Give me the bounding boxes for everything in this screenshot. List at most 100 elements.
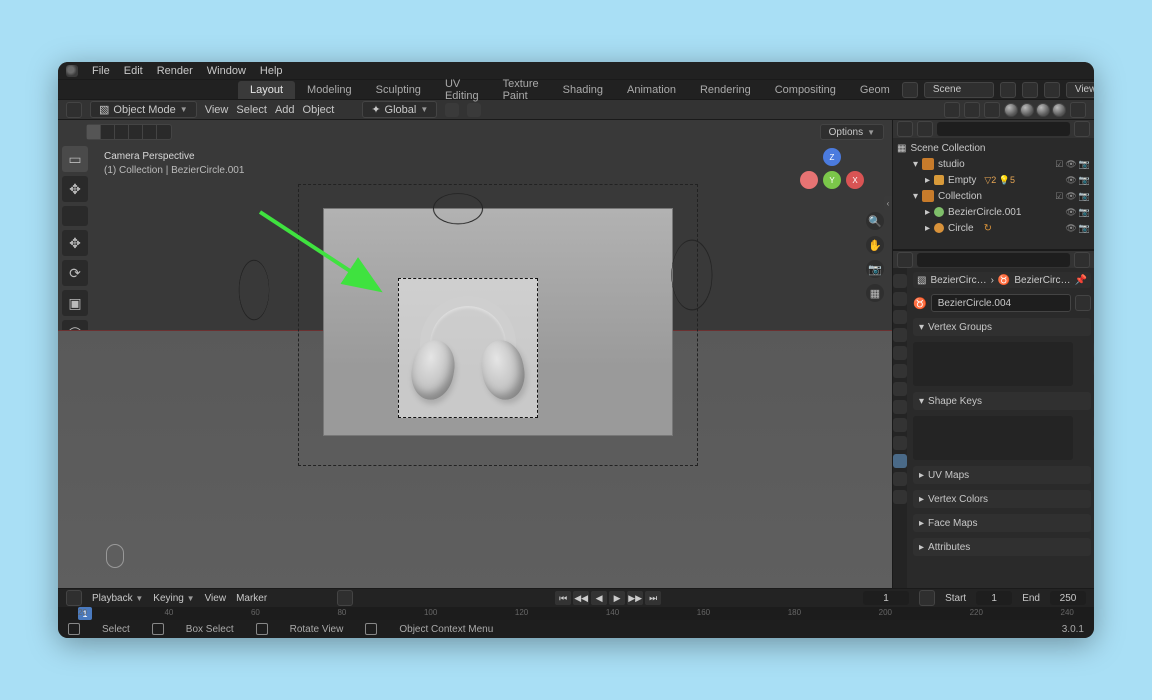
vertex-groups-list[interactable] bbox=[913, 342, 1073, 386]
tl-menu-playback[interactable]: Playback ▼ bbox=[92, 593, 143, 604]
scene-field[interactable]: Scene bbox=[924, 82, 994, 98]
panel-shape-keys[interactable]: ▾Shape Keys bbox=[913, 392, 1091, 410]
tl-menu-marker[interactable]: Marker bbox=[236, 593, 267, 604]
orientation-dropdown[interactable]: ✦ Global ▼ bbox=[362, 101, 437, 118]
outliner-row-studio[interactable]: ▾ studio ☑👁📷 bbox=[897, 156, 1090, 172]
panel-vertex-groups[interactable]: ▾Vertex Groups bbox=[913, 318, 1091, 336]
tab-modeling[interactable]: Modeling bbox=[295, 81, 364, 99]
outliner-row-scene-collection[interactable]: ▦ Scene Collection bbox=[897, 140, 1090, 156]
panel-attributes[interactable]: ▸Attributes bbox=[913, 538, 1091, 556]
tl-menu-keying[interactable]: Keying ▼ bbox=[153, 593, 194, 604]
prop-tab-particle[interactable] bbox=[893, 400, 907, 414]
axis-negative-icon[interactable] bbox=[800, 171, 818, 189]
camera-view-icon[interactable]: 📷 bbox=[866, 260, 884, 278]
camera-icon[interactable]: 📷 bbox=[1079, 223, 1090, 234]
datablock-name-field[interactable]: BezierCircle.004 bbox=[931, 294, 1071, 312]
tab-shading[interactable]: Shading bbox=[551, 81, 615, 99]
play-icon[interactable]: ▶ bbox=[609, 591, 625, 605]
play-reverse-icon[interactable]: ◀ bbox=[591, 591, 607, 605]
datablock-browse-button[interactable] bbox=[1075, 295, 1091, 311]
outliner-filter-button[interactable] bbox=[1074, 121, 1090, 137]
axis-x-icon[interactable]: X bbox=[846, 171, 864, 189]
properties-editor-icon[interactable] bbox=[897, 252, 913, 268]
prop-tab-material[interactable] bbox=[893, 472, 907, 486]
tool-cursor[interactable]: ✥ bbox=[62, 176, 88, 202]
snap-options[interactable] bbox=[467, 103, 481, 117]
snap-toggle[interactable] bbox=[445, 103, 459, 117]
zoom-icon[interactable]: 🔍 bbox=[866, 212, 884, 230]
panel-vertex-colors[interactable]: ▸Vertex Colors bbox=[913, 490, 1091, 508]
eye-icon[interactable]: 👁 bbox=[1065, 159, 1076, 170]
camera-icon[interactable]: 📷 bbox=[1079, 159, 1090, 170]
prop-tab-physics[interactable] bbox=[893, 418, 907, 432]
breadcrumb-object[interactable]: BezierCirc… bbox=[930, 275, 986, 286]
prop-tab-render[interactable] bbox=[893, 274, 907, 288]
properties-search-input[interactable] bbox=[917, 253, 1070, 267]
shading-options-dropdown[interactable] bbox=[1070, 102, 1086, 118]
viewlayer-browse-button[interactable] bbox=[1044, 82, 1060, 98]
start-frame-field[interactable]: 1 bbox=[976, 591, 1012, 605]
dropdown-button[interactable]: ▾ bbox=[1093, 434, 1094, 450]
eye-icon[interactable]: 👁 bbox=[1065, 223, 1076, 234]
eye-icon[interactable]: 👁 bbox=[1065, 207, 1076, 218]
viewport-options-dropdown[interactable]: Options ▼ bbox=[820, 124, 884, 140]
vp-menu-add[interactable]: Add bbox=[275, 104, 295, 116]
timeline-editor-icon[interactable] bbox=[66, 590, 82, 606]
interaction-mode-dropdown[interactable]: ▧ Object Mode ▼ bbox=[90, 101, 197, 118]
tab-layout[interactable]: Layout bbox=[238, 81, 295, 99]
prop-tab-constraint[interactable] bbox=[893, 436, 907, 450]
vp-menu-select[interactable]: Select bbox=[236, 104, 267, 116]
panel-face-maps[interactable]: ▸Face Maps bbox=[913, 514, 1091, 532]
prop-tab-object[interactable] bbox=[893, 364, 907, 378]
tool-select-box[interactable]: ▭ bbox=[62, 146, 88, 172]
end-frame-field[interactable]: 250 bbox=[1050, 591, 1086, 605]
camera-icon[interactable]: 📷 bbox=[1079, 175, 1090, 186]
properties-options-button[interactable] bbox=[1074, 252, 1090, 268]
vp-menu-view[interactable]: View bbox=[205, 104, 229, 116]
prop-tab-scene[interactable] bbox=[893, 328, 907, 342]
navigation-gizmo[interactable]: Z Y X bbox=[800, 148, 864, 212]
scene-browse-button[interactable] bbox=[902, 82, 918, 98]
add-button[interactable]: + bbox=[1093, 342, 1094, 358]
add-button[interactable]: + bbox=[1093, 416, 1094, 432]
prop-tab-world[interactable] bbox=[893, 346, 907, 360]
camera-icon[interactable]: 📷 bbox=[1079, 191, 1090, 202]
preview-range-icon[interactable] bbox=[919, 590, 935, 606]
dropdown-button[interactable]: ▾ bbox=[1093, 360, 1094, 376]
perspective-toggle-icon[interactable]: ▦ bbox=[866, 284, 884, 302]
menu-edit[interactable]: Edit bbox=[124, 65, 143, 77]
editor-type-icon[interactable] bbox=[66, 102, 82, 118]
prop-tab-viewlayer[interactable] bbox=[893, 310, 907, 324]
menu-file[interactable]: File bbox=[92, 65, 110, 77]
jump-start-icon[interactable]: ⏮ bbox=[555, 591, 571, 605]
axis-z-icon[interactable]: Z bbox=[823, 148, 841, 166]
tab-uv-editing[interactable]: UV Editing bbox=[433, 75, 491, 105]
tab-compositing[interactable]: Compositing bbox=[763, 81, 848, 99]
outliner-row-collection[interactable]: ▾ Collection ☑👁📷 bbox=[897, 188, 1090, 204]
tab-texture-paint[interactable]: Texture Paint bbox=[491, 75, 551, 105]
tool-move[interactable]: ✥ bbox=[62, 230, 88, 256]
panel-uv-maps[interactable]: ▸UV Maps bbox=[913, 466, 1091, 484]
outliner-row-circle[interactable]: ▸ Circle ↻ 👁📷 bbox=[897, 220, 1090, 236]
current-frame-field[interactable]: 1 bbox=[863, 591, 909, 605]
pin-icon[interactable]: 📌 bbox=[1075, 275, 1087, 286]
outliner-display-dropdown[interactable] bbox=[917, 121, 933, 137]
gizmo-visibility-button[interactable] bbox=[944, 102, 960, 118]
tool-rotate[interactable]: ⟳ bbox=[62, 260, 88, 286]
outliner-display-mode[interactable] bbox=[897, 121, 913, 137]
tab-animation[interactable]: Animation bbox=[615, 81, 688, 99]
n-panel-handle[interactable]: ‹ bbox=[884, 196, 892, 210]
3d-viewport[interactable]: ▭ ✥ ✥ ⟳ ▣ ◯ ✎ ◿ ▦ Camera Perspective (1)… bbox=[58, 120, 892, 588]
shape-keys-list[interactable] bbox=[913, 416, 1073, 460]
menu-render[interactable]: Render bbox=[157, 65, 193, 77]
shading-mode-icons[interactable] bbox=[1004, 103, 1066, 117]
checkbox-icon[interactable]: ☑ bbox=[1055, 159, 1063, 170]
outliner-search-input[interactable] bbox=[937, 122, 1070, 136]
autokey-toggle[interactable] bbox=[337, 590, 353, 606]
next-key-icon[interactable]: ▶▶ bbox=[627, 591, 643, 605]
overlay-visibility-button[interactable] bbox=[964, 102, 980, 118]
select-mode-strip[interactable] bbox=[86, 124, 172, 140]
vp-menu-object[interactable]: Object bbox=[303, 104, 335, 116]
breadcrumb-data[interactable]: BezierCirc… bbox=[1014, 275, 1070, 286]
tab-sculpting[interactable]: Sculpting bbox=[364, 81, 433, 99]
